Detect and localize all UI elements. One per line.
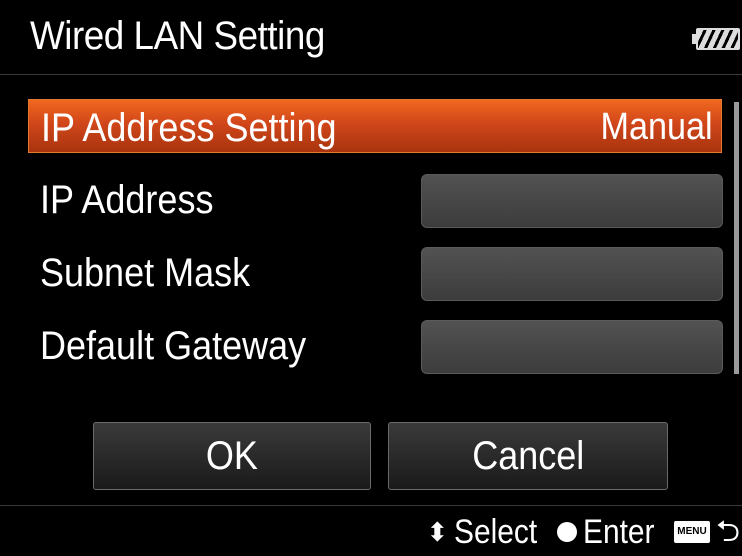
cancel-button-label: Cancel [471, 434, 585, 478]
default-gateway-label: Default Gateway [40, 324, 307, 368]
ip-address-field[interactable] [421, 174, 723, 228]
enter-hint: Enter [582, 512, 655, 551]
ip-address-row[interactable]: IP Address [28, 172, 724, 228]
ip-address-setting-label: IP Address Setting [41, 106, 337, 150]
subnet-mask-field[interactable] [421, 247, 723, 301]
page-title: Wired LAN Setting [30, 14, 325, 58]
subnet-mask-row[interactable]: Subnet Mask [28, 245, 724, 301]
ip-address-label: IP Address [40, 178, 214, 222]
ok-button[interactable]: OK [93, 422, 371, 490]
ip-address-setting-row[interactable]: IP Address Setting Manual [28, 99, 722, 153]
footer-guide: ⬍ Select Enter MENU ⮌ [0, 505, 742, 556]
scrollbar[interactable] [734, 102, 739, 374]
up-down-arrows-icon: ⬍ [426, 517, 449, 547]
ip-address-setting-value: Manual [600, 106, 713, 148]
center-button-dot-icon [556, 522, 577, 542]
default-gateway-field[interactable] [421, 320, 723, 374]
return-arrow-icon: ⮌ [715, 515, 740, 548]
battery-icon [692, 28, 740, 50]
menu-button-icon: MENU [673, 521, 710, 543]
ok-button-label: OK [205, 434, 259, 478]
subnet-mask-label: Subnet Mask [40, 251, 251, 295]
camera-menu-screen: Wired LAN Setting IP Address Setting Man… [0, 0, 742, 556]
list-clip [0, 376, 742, 394]
header-bar: Wired LAN Setting [0, 0, 742, 75]
default-gateway-row[interactable]: Default Gateway [28, 318, 724, 374]
cancel-button[interactable]: Cancel [388, 422, 668, 490]
select-hint: Select [454, 512, 538, 551]
